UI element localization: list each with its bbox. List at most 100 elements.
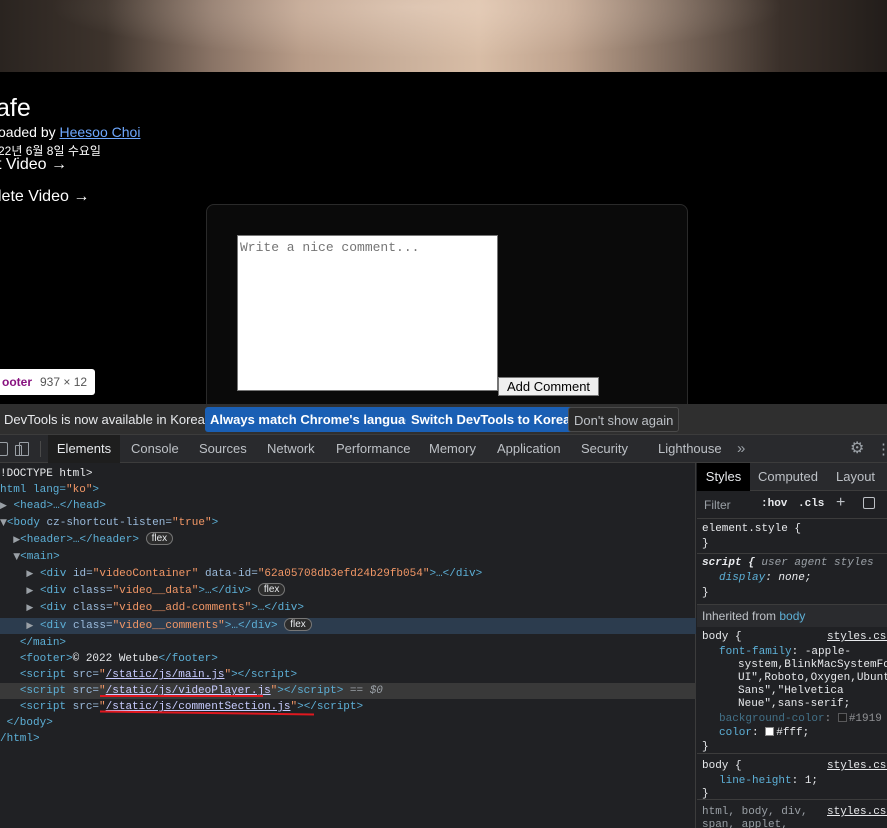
flex-badge[interactable]: flex <box>284 618 312 631</box>
source-link[interactable]: styles.css <box>827 760 887 772</box>
script-selector: script { <box>702 557 755 569</box>
edit-video-link[interactable]: t Video → <box>0 156 67 174</box>
flex-badge[interactable]: flex <box>257 583 286 596</box>
bg-color-swatch[interactable] <box>837 713 847 722</box>
tooltip-tag: ooter <box>2 375 32 389</box>
class-attr: class= <box>72 620 113 632</box>
element-inspect-tooltip: ooter 937 × 12 <box>0 369 96 395</box>
tab-layout[interactable]: Layout <box>836 463 875 491</box>
add-comment-button[interactable]: Add Comment <box>498 377 599 396</box>
inherited-tag[interactable]: body <box>779 609 805 623</box>
element-style-selector: element.style { <box>702 523 802 535</box>
font-family-value-5: Neue",sans-serif; <box>738 698 851 710</box>
device-toolbar-icon[interactable] <box>15 442 29 457</box>
rule-element-style: element.style { } <box>697 520 887 554</box>
dom-line-doctype[interactable]: !DOCTYPE html> <box>0 466 696 482</box>
user-agent-label: user agent styles <box>761 557 874 569</box>
id-attr: id= <box>72 568 93 580</box>
font-family-prop[interactable]: font-family <box>719 646 792 658</box>
kebab-menu-icon[interactable]: ⋮ <box>876 440 887 458</box>
uploader-link[interactable]: Heesoo Choi <box>60 124 141 140</box>
line-height-value[interactable]: 1; <box>805 775 818 787</box>
comment-textarea[interactable] <box>237 235 498 391</box>
font-family-value-3: UI",Roboto,Oxygen,Ubunt <box>738 672 887 684</box>
match-chrome-language-button[interactable]: Always match Chrome's language <box>205 407 426 432</box>
tab-performance[interactable]: Performance <box>336 435 410 463</box>
body-open-tag: <body <box>6 517 47 529</box>
dom-line-footer[interactable]: <footer>© 2022 Wetube</footer> <box>0 651 696 667</box>
hover-state-toggle[interactable]: :hov <box>761 498 787 510</box>
page-viewport: afe oaded by Heesoo Choi 22년 6월 8일 수요일 t… <box>0 0 887 404</box>
font-family-value-1[interactable]: -apple- <box>805 646 851 658</box>
devtools-panel: DevTools is now available in Korean! Alw… <box>0 404 887 828</box>
dom-line-body[interactable]: ▼<body cz-shortcut-listen="true"> <box>0 515 696 531</box>
more-tabs-icon[interactable]: » <box>737 435 745 463</box>
computed-styles-icon[interactable] <box>863 497 875 509</box>
tab-security[interactable]: Security <box>581 435 628 463</box>
color-value[interactable]: #fff; <box>776 727 809 739</box>
dom-line-video-container[interactable]: ▶ <div id="videoContainer" data-id="62a0… <box>0 566 696 582</box>
reset-selector-2: span, applet, <box>702 819 788 828</box>
styles-pane: Styles Computed Layout Filter :hov .cls … <box>697 463 887 828</box>
class-toggle[interactable]: .cls <box>798 498 824 510</box>
inherited-label: Inherited from <box>702 609 780 623</box>
rule-body-2: body { styles.css line-height: 1; } <box>697 754 887 800</box>
flex-badge[interactable]: flex <box>145 532 174 545</box>
delete-video-link[interactable]: lete Video → <box>0 188 89 206</box>
color-prop[interactable]: color <box>719 727 752 739</box>
dom-line-head[interactable]: ▶ <head>…</head> <box>0 498 696 514</box>
tab-styles[interactable]: Styles <box>697 463 750 491</box>
tab-console[interactable]: Console <box>131 435 179 463</box>
new-style-rule-icon[interactable]: + <box>836 494 845 512</box>
dom-line-video-add-comments[interactable]: ▶ <div class="video__add-comments">…</di… <box>0 600 696 616</box>
line-height-prop[interactable]: line-height <box>719 775 792 787</box>
tab-lighthouse[interactable]: Lighthouse <box>658 435 722 463</box>
rule-body-1: body { styles.css font-family: -apple- s… <box>697 627 887 754</box>
video-title: afe <box>0 94 31 122</box>
doctype-text: !DOCTYPE html> <box>0 468 93 480</box>
tab-network[interactable]: Network <box>267 435 315 463</box>
reset-selector: html, body, div, <box>702 806 808 818</box>
selected-node-marker: == $0 <box>349 685 383 697</box>
display-value[interactable]: none; <box>778 572 811 584</box>
dom-line-main[interactable]: ▼<main> <box>0 549 696 565</box>
styles-filter-input[interactable]: Filter <box>704 498 731 512</box>
tab-application[interactable]: Application <box>497 435 561 463</box>
script-main-link[interactable]: /static/js/main.js <box>106 669 225 681</box>
display-prop[interactable]: display <box>719 572 765 584</box>
dom-line-video-comments[interactable]: ▶ <div class="video__comments">…</div> f… <box>0 618 696 634</box>
source-link[interactable]: styles.css <box>827 631 887 643</box>
styles-tabbar: Styles Computed Layout <box>697 463 887 491</box>
dom-line-script-main[interactable]: <script src="/static/js/main.js"></scrip… <box>0 667 696 683</box>
inspect-element-icon[interactable] <box>0 442 8 456</box>
dom-tree: !DOCTYPE html> html lang="ko"> ▶ <head>…… <box>0 463 696 828</box>
video-image <box>0 0 887 72</box>
dom-line-html[interactable]: html lang="ko"> <box>0 482 696 498</box>
footer-text: © 2022 Wetube <box>72 653 159 665</box>
video-player-frame[interactable] <box>0 0 887 72</box>
source-link[interactable]: styles.css <box>827 806 887 818</box>
bg-color-prop[interactable]: background-color <box>719 713 825 725</box>
dont-show-again-button[interactable]: Don't show again <box>568 407 680 432</box>
dom-line-video-data[interactable]: ▶ <div class="video__data">…</div> flex <box>0 583 696 599</box>
body-selector: body { <box>702 631 742 643</box>
dom-line-html-close[interactable]: /html> <box>0 731 696 747</box>
id-value: "videoContainer" <box>92 568 199 580</box>
switch-to-korean-button[interactable]: Switch DevTools to Korean <box>406 407 584 432</box>
tab-elements[interactable]: Elements <box>48 435 120 463</box>
devtools-tabbar: Elements Console Sources Network Perform… <box>0 435 887 463</box>
dom-line-header[interactable]: ▶<header>…</header> flex <box>0 532 696 548</box>
dom-line-script-comment[interactable]: <script src="/static/js/commentSection.j… <box>0 699 696 715</box>
bg-color-value[interactable]: #1919 <box>849 713 882 725</box>
dom-line-main-close[interactable]: </main> <box>0 635 696 651</box>
inherited-from-bar: Inherited from body <box>697 605 887 627</box>
class-value: "video__comments" <box>112 620 225 632</box>
tab-memory[interactable]: Memory <box>429 435 476 463</box>
color-swatch[interactable] <box>765 727 775 736</box>
settings-gear-icon[interactable]: ⚙ <box>850 441 866 457</box>
tab-computed[interactable]: Computed <box>758 463 818 491</box>
tab-sources[interactable]: Sources <box>199 435 247 463</box>
main-close-tag: </main> <box>19 637 67 649</box>
dom-line-body-close[interactable]: </body> <box>0 715 696 731</box>
styles-filter-row: Filter :hov .cls + <box>697 491 887 519</box>
